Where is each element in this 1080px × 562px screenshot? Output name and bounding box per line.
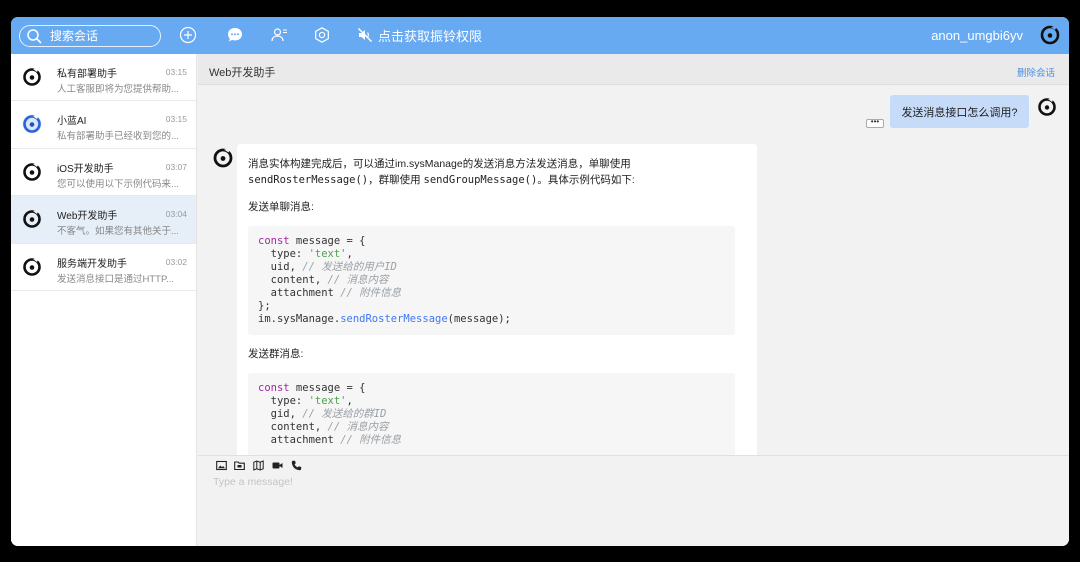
- single-chat-heading: 发送单聊消息:: [248, 201, 314, 213]
- conversation-list: 私有部署助手 03:15 人工客服即将为您提供帮助... 小蓝AI 03:15 私有部署助…: [11, 54, 197, 546]
- conversation-time: 03:15: [165, 114, 187, 125]
- conversation-name: 服务端开发助手: [57, 258, 127, 270]
- conversation-item[interactable]: 私有部署助手 03:15 人工客服即将为您提供帮助...: [11, 54, 196, 102]
- code-comment: // 发送给的用户ID: [302, 261, 397, 273]
- code-token: (message);: [447, 313, 511, 325]
- conversation-name: Web开发助手: [57, 211, 118, 223]
- conversation-preview: 不客气。如果您有其他关于...: [57, 226, 179, 238]
- delete-conversation-link[interactable]: 删除会话: [1017, 65, 1055, 79]
- location-icon[interactable]: [253, 460, 264, 471]
- speaker-mute-icon: [358, 28, 372, 42]
- code-token: gid,: [258, 408, 303, 420]
- code-token: message = {: [289, 235, 366, 247]
- plus-circle-icon[interactable]: [179, 26, 197, 44]
- code-token: im.sysManage.: [258, 313, 341, 325]
- conversation-avatar-icon: [23, 67, 41, 86]
- conversation-time: 03:04: [165, 209, 187, 220]
- user-avatar-icon[interactable]: [1040, 25, 1060, 45]
- conversation-time: 03:15: [165, 67, 187, 77]
- conversation-name: 私有部署助手: [57, 69, 117, 80]
- image-icon[interactable]: [216, 460, 227, 471]
- intro-text: 消息实体构建完成后，可以通过im.sysManage的发送消息方法发送消息，单聊…: [248, 158, 631, 170]
- code-token: type:: [258, 248, 309, 260]
- message-composer: [198, 455, 1069, 546]
- conversation-item[interactable]: Web开发助手 03:04 不客气。如果您有其他关于...: [11, 196, 196, 244]
- code-comment: // 附件信息: [340, 434, 402, 446]
- code-token: const: [258, 235, 290, 247]
- code-token: 'text': [308, 395, 347, 407]
- inline-code: sendGroupMessage(): [423, 174, 538, 186]
- user-message-bubble: 发送消息接口怎么调用?: [890, 95, 1029, 128]
- code-comment: // 消息内容: [327, 274, 389, 286]
- video-call-icon[interactable]: [272, 460, 283, 471]
- code-token: attachment: [258, 434, 341, 446]
- code-token: ,: [346, 395, 353, 407]
- code-function: sendRosterMessage: [340, 313, 448, 325]
- user-avatar-icon: [1038, 98, 1056, 116]
- code-block-group: const message = { type: 'text', gid, // …: [248, 373, 735, 455]
- phone-icon[interactable]: [291, 460, 302, 471]
- code-token: content,: [258, 421, 328, 433]
- search-icon: [27, 29, 42, 44]
- conversation-preview: 您可以使用以下示例代码来...: [57, 178, 179, 190]
- code-token: attachment: [258, 287, 341, 299]
- contacts-icon[interactable]: [270, 26, 288, 44]
- bot-message-bubble: 消息实体构建完成后，可以通过im.sysManage的发送消息方法发送消息，单聊…: [237, 144, 757, 455]
- code-comment: // 附件信息: [340, 287, 402, 299]
- code-token: type:: [258, 395, 309, 407]
- code-token: const: [258, 382, 290, 394]
- chat-header: Web开发助手 删除会话: [198, 54, 1069, 85]
- ring-permission-label: 点击获取振铃权限: [378, 28, 483, 44]
- conversation-name: iOS开发助手: [57, 163, 114, 175]
- message-area[interactable]: 发送消息接口怎么调用? ••• 消息实体构建完成后，可以通过im.sysMana…: [198, 85, 1069, 455]
- intro-text: ，群聊使用: [368, 174, 424, 186]
- code-token: ,: [346, 248, 353, 260]
- code-token: content,: [258, 274, 328, 286]
- inline-code: sendRosterMessage(): [248, 174, 369, 186]
- code-token: uid,: [258, 261, 303, 273]
- app-window: 点击获取振铃权限 anon_umgbi6yv 私有部署助手 03:15 人工客服即将…: [11, 17, 1069, 546]
- conversation-name: 小蓝AI: [57, 116, 87, 128]
- message-more-button[interactable]: •••: [866, 118, 884, 128]
- conversation-preview: 私有部署助手已经收到您的...: [57, 131, 179, 143]
- conversation-avatar-icon: [23, 162, 41, 181]
- chat-bubble-icon[interactable]: [226, 26, 244, 44]
- conversation-avatar-icon: [23, 209, 41, 228]
- conversation-item[interactable]: 小蓝AI 03:15 私有部署助手已经收到您的...: [11, 101, 196, 149]
- conversation-time: 03:02: [165, 256, 187, 267]
- top-bar: 点击获取振铃权限 anon_umgbi6yv: [11, 17, 1069, 54]
- conversation-time: 03:07: [165, 161, 187, 172]
- search-box[interactable]: [19, 25, 161, 47]
- conversation-avatar-icon: [23, 257, 41, 276]
- message-input[interactable]: [213, 474, 1053, 490]
- code-comment: // 发送给的群ID: [302, 408, 387, 420]
- conversation-preview: 发送消息接口是通过HTTP...: [57, 273, 174, 285]
- settings-gear-icon[interactable]: [313, 26, 331, 44]
- conversation-preview: 人工客服即将为您提供帮助...: [57, 84, 179, 95]
- bot-intro-text: 消息实体构建完成后，可以通过im.sysManage的发送消息方法发送消息，单聊…: [248, 156, 738, 188]
- username: anon_umgbi6yv: [931, 28, 1023, 43]
- chat-title: Web开发助手: [209, 67, 276, 79]
- search-input[interactable]: [50, 28, 154, 44]
- code-block-single: const message = { type: 'text', uid, // …: [248, 226, 735, 335]
- ring-permission-button[interactable]: 点击获取振铃权限: [357, 26, 482, 44]
- conversation-avatar-icon: [22, 114, 42, 134]
- bot-avatar-icon: [213, 148, 233, 168]
- conversation-item[interactable]: 服务端开发助手 03:02 发送消息接口是通过HTTP...: [11, 244, 196, 291]
- code-comment: // 消息内容: [327, 421, 389, 433]
- intro-text: 。具体示例代码如下:: [537, 174, 635, 186]
- code-token: };: [258, 300, 271, 312]
- code-token: message = {: [289, 382, 366, 394]
- code-token: 'text': [308, 248, 347, 260]
- group-chat-heading: 发送群消息:: [248, 348, 304, 360]
- conversation-item[interactable]: iOS开发助手 03:07 您可以使用以下示例代码来...: [11, 149, 196, 197]
- folder-icon[interactable]: [234, 460, 245, 471]
